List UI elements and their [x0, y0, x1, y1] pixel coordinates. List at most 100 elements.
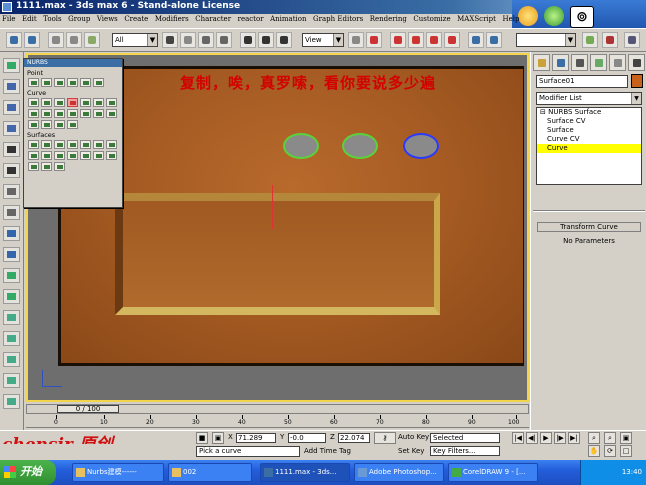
mirror-surface-icon[interactable]	[93, 140, 104, 149]
logo-icon[interactable]: ⊚	[570, 6, 594, 28]
menu-animation[interactable]: Animation	[268, 14, 308, 24]
stack-item-curve[interactable]: Curve	[537, 144, 641, 153]
x-coordinate-field[interactable]: 71.289	[236, 433, 276, 443]
key-filters-button[interactable]: Key Filters...	[430, 446, 500, 456]
create-light-icon[interactable]	[3, 184, 20, 199]
point-on-surface-icon[interactable]	[41, 120, 52, 129]
mirror-curve-icon[interactable]	[106, 98, 117, 107]
create-spacewarp-icon[interactable]	[3, 247, 20, 262]
menu-create[interactable]: Create	[122, 14, 150, 24]
lathe-surface-icon[interactable]	[28, 151, 39, 160]
percent-snap-icon[interactable]	[426, 32, 442, 48]
maximize-viewport-icon[interactable]: □	[620, 445, 632, 457]
lock-selection-icon[interactable]: ■	[196, 432, 208, 444]
goto-start-icon[interactable]: |◀	[512, 432, 524, 444]
create-camera-icon[interactable]	[3, 205, 20, 220]
tab-utilities[interactable]	[628, 54, 645, 71]
ruled-surface-icon[interactable]	[41, 151, 52, 160]
v-iso-curve-icon[interactable]	[80, 109, 91, 118]
hole-curve-2[interactable]	[342, 133, 378, 159]
quick-render-icon[interactable]	[602, 32, 618, 48]
menu-tools[interactable]: Tools	[41, 14, 63, 24]
ref-coord-dropdown[interactable]: View ▼	[302, 33, 344, 47]
create-particles-icon[interactable]	[3, 289, 20, 304]
tab-modify[interactable]	[552, 54, 569, 71]
offset-surface-icon[interactable]	[80, 140, 91, 149]
modifier-noise-icon[interactable]	[3, 373, 20, 388]
modifier-taper-icon[interactable]	[3, 352, 20, 367]
transform-curve-icon[interactable]	[67, 98, 78, 107]
key-icon[interactable]: ⚷	[374, 432, 396, 444]
menu-graph-editors[interactable]: Graph Editors	[311, 14, 365, 24]
tab-hierarchy[interactable]	[571, 54, 588, 71]
extrude-surface-icon[interactable]	[106, 140, 117, 149]
create-cylinder-icon[interactable]	[3, 100, 20, 115]
key-mode-dropdown[interactable]: Selected	[430, 433, 500, 443]
sweep-1-rail-icon[interactable]	[93, 151, 104, 160]
transform-surface-icon[interactable]	[54, 140, 65, 149]
zoom-icon[interactable]: ⌕	[588, 432, 600, 444]
undo-icon[interactable]	[6, 32, 22, 48]
rollout-transform-curve[interactable]: Transform Curve	[537, 222, 641, 232]
hole-curve-1[interactable]	[283, 133, 319, 159]
z-coordinate-field[interactable]: 22.074	[338, 433, 370, 443]
menu-customize[interactable]: Customize	[411, 14, 452, 24]
play-icon[interactable]: ▶	[540, 432, 552, 444]
create-plane-icon[interactable]	[3, 163, 20, 178]
uv-loft-surface-icon[interactable]	[80, 151, 91, 160]
manipulate-icon[interactable]	[366, 32, 382, 48]
menu-views[interactable]: Views	[95, 14, 120, 24]
create-torus-icon[interactable]	[3, 121, 20, 136]
prev-frame-icon[interactable]: ◀|	[526, 432, 538, 444]
taskbar-item-photoshop[interactable]: Adobe Photoshop...	[354, 463, 444, 482]
y-coordinate-field[interactable]: -0.0	[288, 433, 326, 443]
align-icon[interactable]	[486, 32, 502, 48]
blend-curve-icon[interactable]	[80, 98, 91, 107]
window-crossing-icon[interactable]	[216, 32, 232, 48]
menu-edit[interactable]: Edit	[20, 14, 39, 24]
modifier-lattice-icon[interactable]	[3, 394, 20, 409]
selection-filter-dropdown[interactable]: All ▼	[112, 33, 158, 47]
material-editor-icon[interactable]	[624, 32, 640, 48]
scale-icon[interactable]	[276, 32, 292, 48]
stack-item-surface-cv[interactable]: Surface CV	[537, 117, 641, 126]
menu-modifiers[interactable]: Modifiers	[153, 14, 191, 24]
tab-display[interactable]	[609, 54, 626, 71]
mirror-icon[interactable]	[468, 32, 484, 48]
create-point-icon[interactable]	[28, 78, 39, 87]
u-iso-curve-icon[interactable]	[67, 109, 78, 118]
point-curve-icon[interactable]	[41, 98, 52, 107]
render-scene-icon[interactable]	[582, 32, 598, 48]
auto-key-button[interactable]: Auto Key	[398, 433, 429, 441]
create-helper-icon[interactable]	[3, 226, 20, 241]
tab-create[interactable]	[533, 54, 550, 71]
globe-icon[interactable]	[544, 6, 564, 26]
point-surface-icon[interactable]	[41, 140, 52, 149]
sweep-2-rail-icon[interactable]	[106, 151, 117, 160]
link-icon[interactable]	[48, 32, 64, 48]
fillet-curve-icon[interactable]	[41, 109, 52, 118]
vector-projected-icon[interactable]	[106, 109, 117, 118]
bind-space-warp-icon[interactable]	[84, 32, 100, 48]
tab-motion[interactable]	[590, 54, 607, 71]
unlink-icon[interactable]	[66, 32, 82, 48]
next-frame-icon[interactable]: |▶	[554, 432, 566, 444]
trackbar[interactable]: 0 10 20 30 40 50 60 70 80 90 100	[26, 415, 529, 428]
select-object-icon[interactable]	[162, 32, 178, 48]
set-key-button[interactable]: Set Key	[398, 447, 424, 455]
menu-reactor[interactable]: reactor	[236, 14, 266, 24]
arc-rotate-icon[interactable]: ⟳	[604, 445, 616, 457]
start-button[interactable]: 开始	[0, 460, 56, 485]
pivot-icon[interactable]	[348, 32, 364, 48]
move-icon[interactable]	[240, 32, 256, 48]
create-teapot-icon[interactable]	[3, 142, 20, 157]
create-bones-icon[interactable]	[3, 268, 20, 283]
multisided-blend-icon[interactable]	[28, 162, 39, 171]
menu-maxscript[interactable]: MAXScript	[455, 14, 498, 24]
object-color-swatch[interactable]	[631, 74, 643, 88]
nurbs-toolbox-icon[interactable]	[3, 58, 20, 73]
rotate-icon[interactable]	[258, 32, 274, 48]
stack-item-surface[interactable]: Surface	[537, 126, 641, 135]
menu-file[interactable]: File	[0, 14, 17, 24]
time-slider-track[interactable]: 0 / 100	[26, 404, 529, 414]
